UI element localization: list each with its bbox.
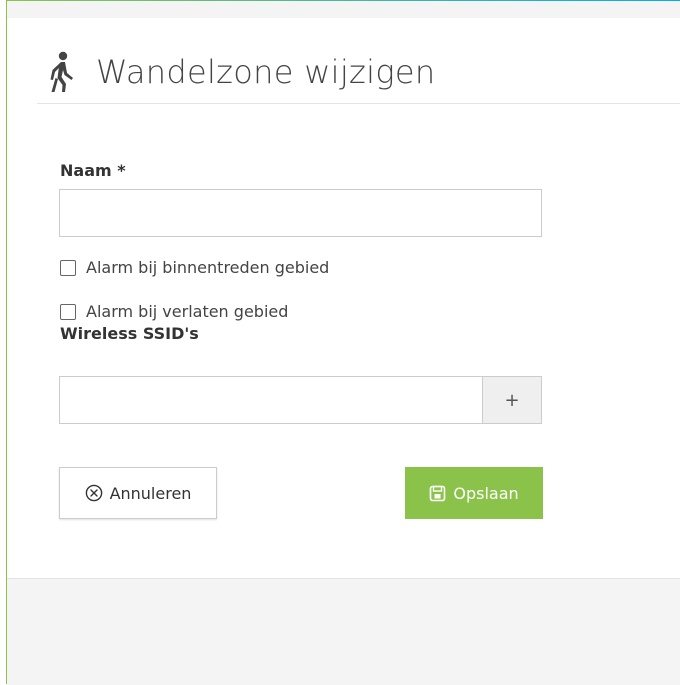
floppy-disk-icon <box>430 485 446 501</box>
dialog-header: Wandelzone wijzigen <box>48 44 435 100</box>
walking-person-icon <box>50 51 73 92</box>
save-button[interactable]: Opslaan <box>405 467 543 519</box>
alarm-leave-option[interactable]: Alarm bij verlaten gebied <box>60 302 288 321</box>
panel-top-strip <box>7 1 680 18</box>
alarm-enter-option[interactable]: Alarm bij binnentreden gebied <box>60 258 329 277</box>
name-input[interactable] <box>59 189 542 237</box>
add-ssid-label: + <box>504 389 520 411</box>
page-title: Wandelzone wijzigen <box>96 53 436 91</box>
dialog-footer-area <box>7 578 680 685</box>
alarm-enter-checkbox[interactable] <box>60 259 76 276</box>
ssid-input[interactable] <box>59 376 483 424</box>
cancel-button[interactable]: Annuleren <box>59 467 217 519</box>
alarm-leave-label: Alarm bij verlaten gebied <box>86 302 289 321</box>
alarm-enter-label: Alarm bij binnentreden gebied <box>86 258 330 277</box>
add-ssid-button[interactable]: + <box>482 376 542 424</box>
title-divider <box>37 103 680 104</box>
circle-x-icon <box>85 484 102 502</box>
save-button-label: Opslaan <box>453 483 519 503</box>
ssid-label: Wireless SSID's <box>60 324 199 343</box>
alarm-leave-checkbox[interactable] <box>60 303 76 320</box>
name-label: Naam * <box>60 161 126 180</box>
cancel-button-label: Annuleren <box>109 483 192 503</box>
